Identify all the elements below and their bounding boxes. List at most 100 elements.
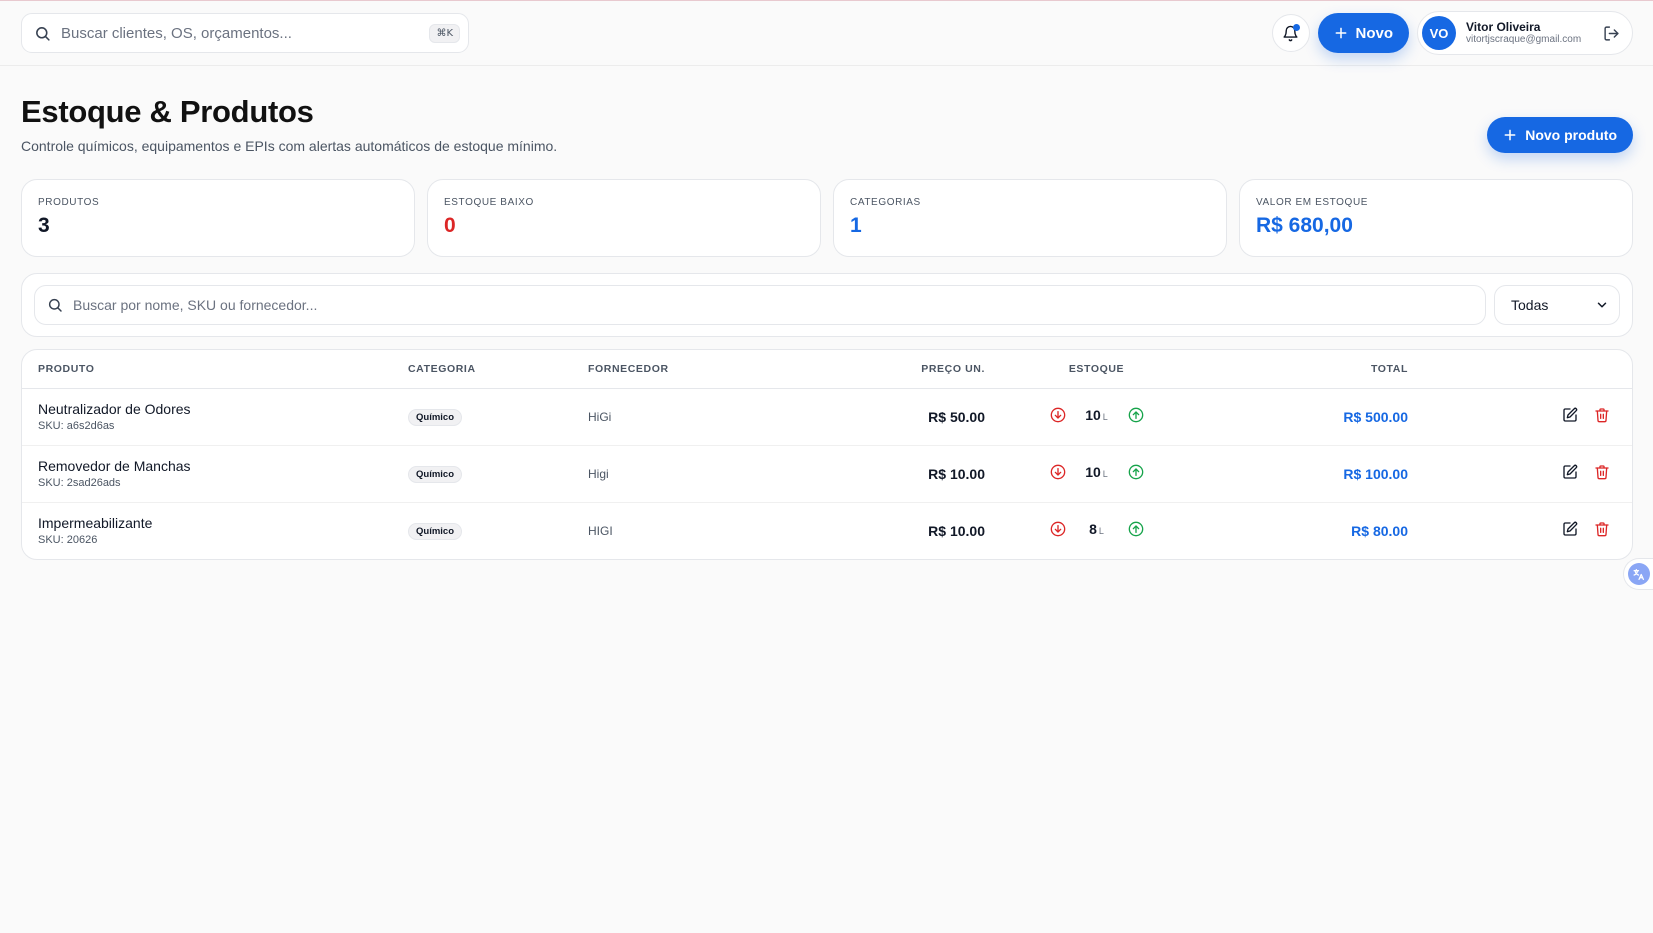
increase-stock-button[interactable] bbox=[1128, 521, 1144, 537]
increase-stock-button[interactable] bbox=[1128, 407, 1144, 423]
decrease-stock-button[interactable] bbox=[1050, 407, 1066, 423]
avatar: VO bbox=[1422, 16, 1456, 50]
category-cell: Químico bbox=[408, 502, 588, 559]
notifications-button[interactable] bbox=[1271, 14, 1310, 52]
table-row: Impermeabilizante SKU: 20626 Químico HIG… bbox=[22, 502, 1632, 559]
topbar-actions: Novo VO Vitor Oliveira vitortjscraque@gm… bbox=[1271, 11, 1633, 55]
new-button[interactable]: Novo bbox=[1317, 13, 1409, 53]
product-name: Impermeabilizante bbox=[38, 515, 153, 532]
category-badge: Químico bbox=[408, 465, 463, 483]
stat-label: PRODUTOS bbox=[38, 197, 100, 208]
user-email: vitortjscraque@gmail.com bbox=[1466, 34, 1582, 46]
column-header-price: PREÇO UN. bbox=[772, 350, 985, 389]
price-cell: R$ 10.00 bbox=[772, 445, 985, 503]
stock-quantity: 10 L bbox=[1085, 407, 1108, 423]
stat-card-low-stock: ESTOQUE BAIXO 0 bbox=[427, 179, 821, 257]
stats-cards: PRODUTOS 3 ESTOQUE BAIXO 0 CATEGORIAS 1 … bbox=[21, 179, 1633, 257]
category-cell: Químico bbox=[408, 445, 588, 503]
user-info: Vitor Oliveira vitortjscraque@gmail.com bbox=[1466, 20, 1593, 46]
arrow-down-circle-icon bbox=[1050, 521, 1065, 537]
filter-bar: Todas bbox=[21, 273, 1633, 337]
new-product-button[interactable]: Novo produto bbox=[1487, 117, 1633, 153]
supplier-name: HiGi bbox=[588, 410, 612, 424]
arrow-up-circle-icon bbox=[1128, 521, 1143, 537]
trash-icon bbox=[1595, 408, 1609, 423]
price-cell: R$ 10.00 bbox=[772, 502, 985, 559]
products-table: PRODUTO CATEGORIA FORNECEDOR PREÇO UN. E… bbox=[21, 349, 1633, 560]
stock-unit: L bbox=[1102, 412, 1108, 422]
global-search[interactable]: ⌘K bbox=[21, 13, 469, 53]
column-header-actions bbox=[1408, 350, 1632, 389]
arrow-up-circle-icon bbox=[1128, 464, 1143, 480]
decrease-stock-button[interactable] bbox=[1050, 521, 1066, 537]
edit-button[interactable] bbox=[1562, 407, 1578, 423]
stock-cell: 8L bbox=[985, 502, 1208, 559]
chevron-down-icon bbox=[1597, 302, 1607, 308]
column-header-product: PRODUTO bbox=[22, 350, 408, 389]
supplier-name: HIGI bbox=[588, 524, 613, 539]
new-button-label: Novo bbox=[1355, 24, 1394, 42]
stat-value: R$ 680,00 bbox=[1256, 214, 1353, 237]
unit-price: R$ 10.00 bbox=[928, 522, 985, 539]
search-icon bbox=[36, 26, 50, 41]
stat-value: 3 bbox=[38, 214, 50, 237]
arrow-down-circle-icon bbox=[1050, 464, 1065, 480]
product-search-input[interactable] bbox=[73, 297, 1473, 313]
edit-button[interactable] bbox=[1562, 464, 1578, 480]
category-badge: Químico bbox=[408, 408, 463, 426]
total-cell: R$ 80.00 bbox=[1208, 502, 1408, 559]
edit-icon bbox=[1563, 521, 1578, 536]
unit-price: R$ 10.00 bbox=[928, 465, 985, 482]
row-total: R$ 100.00 bbox=[1343, 465, 1408, 482]
edit-icon bbox=[1563, 407, 1578, 422]
stock-quantity: 10 L bbox=[1085, 464, 1108, 480]
column-header-total: TOTAL bbox=[1208, 350, 1408, 389]
arrow-up-circle-icon bbox=[1128, 407, 1143, 423]
table-row: Neutralizador de Odores SKU: a6s2d6as Qu… bbox=[22, 388, 1632, 446]
translate-button[interactable] bbox=[1623, 558, 1653, 590]
plus-icon bbox=[1335, 27, 1346, 39]
table-row: Removedor de Manchas SKU: 2sad26ads Quím… bbox=[22, 445, 1632, 503]
logout-button[interactable] bbox=[1603, 25, 1620, 42]
increase-stock-button[interactable] bbox=[1128, 464, 1144, 480]
stat-card-categories: CATEGORIAS 1 bbox=[833, 179, 1227, 257]
stat-card-stock-value: VALOR EM ESTOQUE R$ 680,00 bbox=[1239, 179, 1633, 257]
page-title: Estoque & Produtos bbox=[21, 94, 314, 129]
column-header-stock: ESTOQUE bbox=[985, 350, 1208, 389]
page-subtitle: Controle químicos, equipamentos e EPIs c… bbox=[21, 138, 558, 154]
trash-icon bbox=[1595, 522, 1609, 537]
row-total: R$ 80.00 bbox=[1351, 522, 1408, 539]
total-cell: R$ 500.00 bbox=[1208, 388, 1408, 446]
column-header-category: CATEGORIA bbox=[408, 350, 588, 389]
actions-cell bbox=[1408, 388, 1632, 446]
product-search[interactable] bbox=[34, 285, 1486, 325]
stock-quantity: 8L bbox=[1089, 521, 1104, 538]
stat-label: VALOR EM ESTOQUE bbox=[1256, 197, 1369, 208]
new-product-label: Novo produto bbox=[1525, 127, 1617, 143]
stat-value: 1 bbox=[850, 214, 862, 237]
delete-button[interactable] bbox=[1594, 407, 1610, 423]
total-cell: R$ 100.00 bbox=[1208, 445, 1408, 503]
category-badge: Químico bbox=[408, 522, 463, 540]
product-cell: Removedor de Manchas SKU: 2sad26ads bbox=[22, 445, 408, 503]
plus-icon bbox=[1504, 129, 1516, 141]
actions-cell bbox=[1408, 445, 1632, 503]
category-select[interactable]: Todas bbox=[1494, 285, 1620, 325]
edit-button[interactable] bbox=[1562, 521, 1578, 537]
global-search-input[interactable] bbox=[61, 24, 430, 42]
delete-button[interactable] bbox=[1594, 464, 1610, 480]
supplier-cell: HIGI bbox=[588, 502, 772, 559]
table-header-row: PRODUTO CATEGORIA FORNECEDOR PREÇO UN. E… bbox=[22, 350, 1632, 389]
search-shortcut-badge: ⌘K bbox=[429, 23, 460, 43]
product-sku: SKU: 20626 bbox=[38, 534, 98, 547]
user-menu[interactable]: VO Vitor Oliveira vitortjscraque@gmail.c… bbox=[1417, 11, 1633, 55]
stat-value: 0 bbox=[444, 214, 456, 237]
stat-card-products: PRODUTOS 3 bbox=[21, 179, 415, 257]
supplier-name: Higi bbox=[588, 467, 609, 481]
decrease-stock-button[interactable] bbox=[1050, 464, 1066, 480]
unit-price: R$ 50.00 bbox=[928, 408, 985, 425]
stat-label: ESTOQUE BAIXO bbox=[444, 197, 534, 208]
trash-icon bbox=[1595, 465, 1609, 480]
top-bar: ⌘K Novo VO Vitor Oliveira vitortjscraque… bbox=[0, 1, 1653, 66]
delete-button[interactable] bbox=[1594, 521, 1610, 537]
